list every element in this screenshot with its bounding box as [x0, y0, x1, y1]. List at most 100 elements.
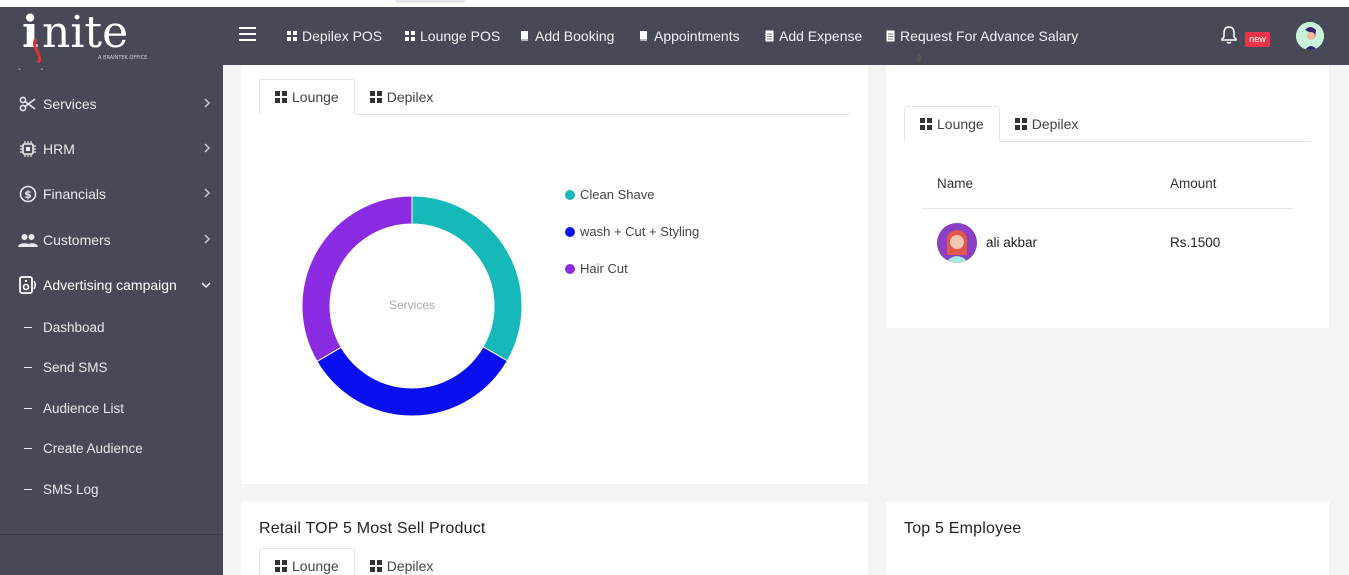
services-tabs: Lounge Depilex	[259, 79, 850, 115]
donut-center-label: Services	[388, 298, 435, 312]
header-nav-label: Lounge POS	[420, 28, 501, 44]
svg-text:$: $	[24, 188, 32, 201]
legend-dot	[565, 189, 575, 200]
sidebar-item-services[interactable]: Services	[0, 81, 223, 126]
header-nav-lounge-pos[interactable]: Lounge POS	[405, 7, 500, 65]
tab-handle	[395, 0, 465, 3]
chevron-right-icon	[203, 140, 211, 158]
header-nav-add-booking[interactable]: Add Booking	[520, 7, 614, 65]
sidebar-subitem-dashboard[interactable]: Dashboad	[0, 307, 223, 347]
grid-icon	[287, 31, 297, 41]
book-icon	[520, 30, 530, 42]
header-nav-label: Add Booking	[535, 28, 615, 44]
header-nav-label: Depilex POS	[302, 28, 383, 44]
donut-slice-hair-cut[interactable]	[302, 196, 413, 363]
top-employee-card-title: Top 5 Employee	[904, 520, 1022, 537]
dash-bullet	[24, 447, 32, 449]
sidebar-subitem-label: Audience List	[43, 400, 125, 416]
tab-lounge[interactable]: Lounge	[259, 548, 355, 575]
document-icon	[886, 30, 895, 42]
tab-depilex[interactable]: Depilex	[355, 548, 449, 575]
tab-lounge[interactable]: Lounge	[904, 106, 1000, 142]
retail-card-title: Retail TOP 5 Most Sell Product	[259, 520, 486, 537]
grid-icon	[405, 31, 415, 41]
sidebar-subitem-label: Dashboad	[43, 319, 105, 335]
sidebar-divider	[0, 534, 223, 535]
sidebar-item-label: HRM	[43, 140, 75, 157]
document-icon	[765, 30, 774, 42]
legend-label: Clean Shave	[580, 187, 655, 202]
dollar-circle-icon: $	[18, 184, 38, 204]
employee-amount-card	[886, 65, 1329, 328]
tab-depilex[interactable]: Depilex	[355, 79, 449, 115]
tab-label: Lounge	[292, 558, 339, 574]
dash-bullet	[24, 366, 32, 368]
tab-label: Depilex	[1031, 116, 1079, 132]
chevron-down-icon	[201, 276, 211, 294]
header-nav-depilex-pos[interactable]: Depilex POS	[287, 7, 382, 65]
tab-label: Lounge	[937, 116, 984, 132]
employee-avatar	[937, 223, 977, 263]
legend-label: wash + Cut + Styling	[580, 224, 700, 239]
legend-dot	[565, 226, 575, 237]
sidebar-item-label: Financials	[43, 185, 107, 202]
svg-text:nite: nite	[42, 9, 128, 58]
legend-item-hair-cut[interactable]: Hair Cut	[565, 261, 628, 276]
app-logo[interactable]: i nite A BRAINTEK OFFICE	[0, 7, 223, 65]
top-employee-card	[886, 502, 1329, 575]
tab-label: Depilex	[386, 558, 434, 574]
notification-badge: new	[1245, 32, 1270, 47]
grid-icon	[275, 91, 287, 103]
header-nav-label: Request For Advance Salary	[900, 28, 1079, 44]
cutoff-title-fragment	[917, 54, 921, 62]
header-nav-add-expense[interactable]: Add Expense	[765, 7, 862, 65]
header-nav-label: Add Expense	[779, 28, 863, 44]
speaker-icon	[18, 275, 38, 295]
hamburger-menu-icon[interactable]	[239, 27, 257, 43]
donut-slice-clean-shave[interactable]	[411, 196, 522, 362]
notification-bell-icon[interactable]	[1220, 25, 1238, 50]
sidebar-item-customers[interactable]: Customers	[0, 217, 223, 262]
grid-icon	[920, 118, 932, 130]
retail-tabs: Lounge Depilex	[259, 548, 850, 575]
chevron-right-icon	[203, 95, 211, 113]
svg-text:A BRAINTEK OFFICE: A BRAINTEK OFFICE	[98, 55, 147, 61]
chevron-right-icon	[203, 231, 211, 249]
sidebar: i nite A BRAINTEK OFFICE - - Services HR…	[0, 7, 223, 575]
sidebar-subitem-send-sms[interactable]: Send SMS	[0, 347, 223, 387]
donut-slice-wash-cut-styling[interactable]	[316, 346, 509, 416]
sidebar-item-label: Customers	[43, 231, 111, 248]
legend-label: Hair Cut	[580, 261, 628, 276]
dash-bullet	[24, 407, 32, 409]
sidebar-subitem-label: SMS Log	[43, 481, 99, 497]
legend-item-clean-shave[interactable]: Clean Shave	[565, 187, 654, 202]
sidebar-subitem-audience-list[interactable]: Audience List	[0, 388, 223, 428]
user-avatar[interactable]	[1296, 22, 1324, 50]
tab-label: Lounge	[292, 89, 339, 105]
tab-depilex[interactable]: Depilex	[1000, 106, 1094, 142]
sidebar-subitem-sms-log[interactable]: SMS Log	[0, 469, 223, 509]
chip-icon	[18, 139, 38, 159]
legend-item-wash-cut-styling[interactable]: wash + Cut + Styling	[565, 224, 699, 239]
sidebar-item-financials[interactable]: $ Financials	[0, 171, 223, 216]
column-header-amount: Amount	[1170, 176, 1217, 191]
sidebar-item-advertising-campaign[interactable]: Advertising campaign	[0, 262, 223, 307]
sidebar-subitem-label: Send SMS	[43, 359, 108, 375]
grid-icon	[275, 560, 287, 572]
header-nav-appointments[interactable]: Appointments	[639, 7, 740, 65]
book-icon	[639, 30, 649, 42]
sidebar-item-label: Advertising campaign	[43, 276, 177, 293]
sidebar-item-hrm[interactable]: HRM	[0, 126, 223, 171]
table-cell-amount: Rs.1500	[1170, 235, 1221, 250]
sidebar-subitem-create-audience[interactable]: Create Audience	[0, 428, 223, 468]
dash-bullet	[24, 488, 32, 490]
employee-tabs: Lounge Depilex	[904, 106, 1311, 142]
legend-dot	[565, 263, 575, 274]
sidebar-item-cutoff: - -	[18, 64, 52, 75]
scissors-icon	[18, 94, 38, 114]
tab-lounge[interactable]: Lounge	[259, 79, 355, 115]
header-nav-request-advance-salary[interactable]: Request For Advance Salary	[886, 7, 1078, 65]
top-header: Depilex POS Lounge POS Add Booking Appoi…	[223, 7, 1349, 65]
browser-top-strip	[0, 0, 1349, 7]
table-cell-name: ali akbar	[986, 235, 1038, 250]
